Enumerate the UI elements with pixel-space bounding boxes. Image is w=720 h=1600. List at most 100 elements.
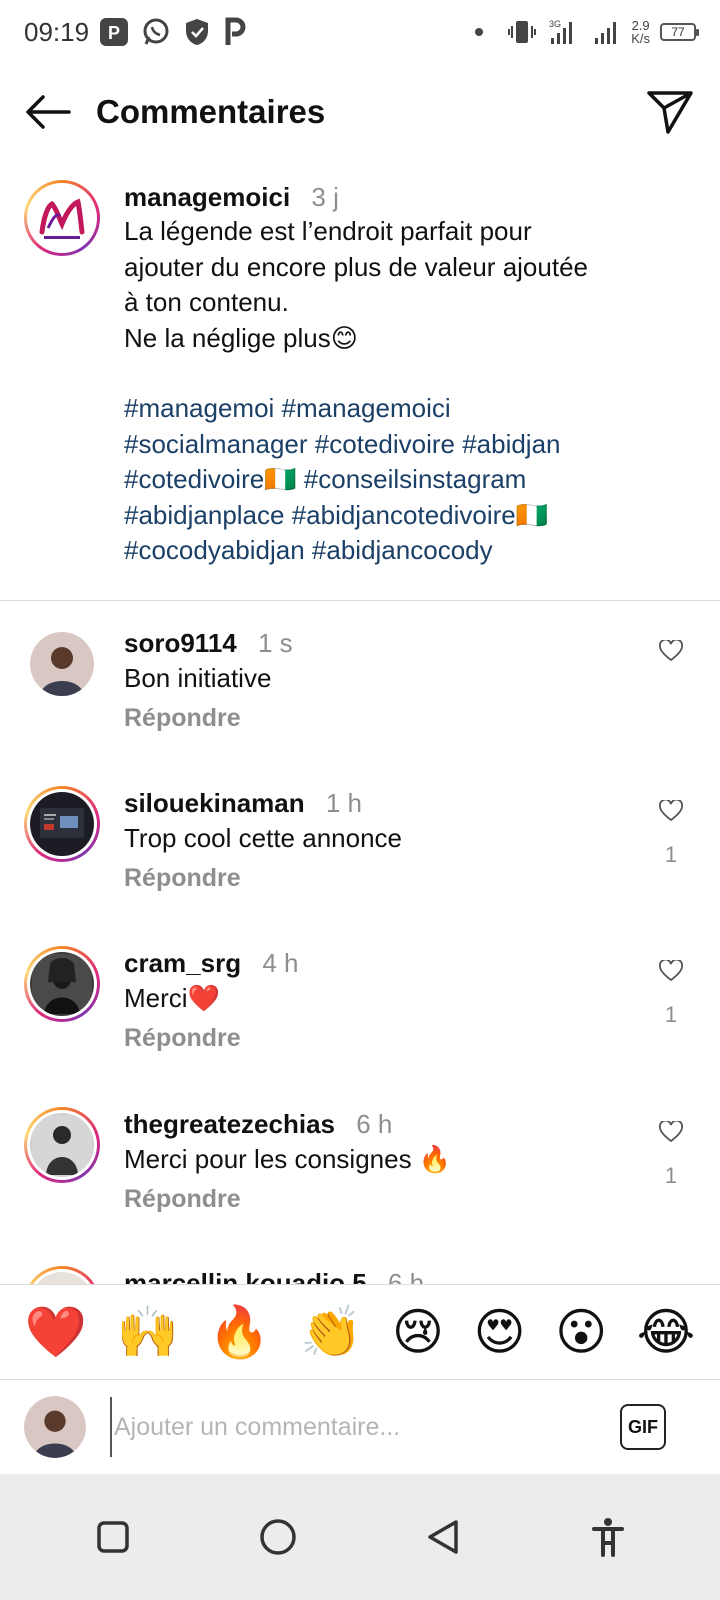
like-button[interactable]: 1 (646, 1107, 696, 1214)
svg-text:P: P (108, 23, 120, 43)
like-button[interactable]: 1 (646, 786, 696, 893)
reply-button[interactable]: Répondre (124, 1024, 646, 1053)
avatar[interactable] (24, 786, 100, 862)
comment-text: Bon initiative (124, 663, 272, 693)
managemoici-logo (39, 198, 85, 239)
avatar (24, 1396, 86, 1458)
vibrate-icon (508, 21, 537, 43)
shield-icon (186, 19, 209, 45)
emoji-fire[interactable]: 🔥 (208, 1304, 270, 1360)
hashtag-line[interactable]: #cocodyabidjan #abidjancocody (124, 533, 684, 569)
notification-dot (475, 28, 484, 36)
status-app-icons: P (99, 17, 247, 47)
heart-icon (659, 1121, 683, 1143)
comment-item: silouekinaman 1 h Trop cool cette annonc… (24, 786, 696, 893)
network-speed: 2.9 K/s (631, 19, 650, 45)
gif-button[interactable]: GIF (620, 1404, 666, 1450)
status-bar: 09:19 P 3G 2.9 K/s 77 (0, 0, 720, 64)
like-count: 1 (664, 1163, 678, 1188)
emoji-heart[interactable]: ❤️ (25, 1304, 87, 1360)
emoji-tears-of-joy[interactable]: 😂 (637, 1304, 695, 1360)
accessibility-icon (591, 1518, 624, 1557)
like-button[interactable] (646, 626, 696, 733)
caption-line: à ton contenu. (124, 287, 289, 317)
avatar[interactable] (24, 626, 100, 702)
square-icon (96, 1521, 129, 1553)
comment-item: cram_srg 4 h Merci❤️ Répondre 1 (24, 946, 696, 1053)
comment-time: 1 s (257, 628, 293, 658)
like-count: 1 (664, 842, 678, 867)
avatar[interactable] (24, 1107, 100, 1183)
caption-text: La légende est l’endroit parfait pour aj… (124, 214, 684, 356)
caption-time: 3 j (311, 182, 339, 212)
divider (0, 600, 720, 601)
network-type: 3G (549, 19, 561, 29)
heart-icon (659, 960, 683, 982)
comment-text: Merci pour les consignes 🔥 (124, 1144, 452, 1174)
comment-text: Trop cool cette annonce (124, 823, 402, 853)
whatsapp-icon (143, 18, 169, 45)
reply-button[interactable]: Répondre (124, 1185, 646, 1214)
reply-button[interactable]: Répondre (124, 704, 646, 733)
circle-icon (259, 1519, 296, 1555)
header: Commentaires (0, 70, 720, 154)
hashtag-line[interactable]: #socialmanager #cotedivoire #abidjan (124, 427, 684, 463)
caption-line: Ne la néglige plus😊 (124, 322, 358, 353)
emoji-clapping-hands[interactable]: 👏 (300, 1304, 362, 1360)
comment-text: Merci❤️ (124, 983, 220, 1013)
post-caption: managemoici 3 j La légende est l’endroit… (24, 180, 684, 569)
signal-icon: 3G (549, 19, 573, 44)
comment-username[interactable]: soro9114 (124, 628, 237, 658)
comment-item: thegreatezechias 6 h Merci pour les cons… (24, 1107, 696, 1214)
p-icon (225, 17, 246, 45)
comment-time: 1 h (325, 788, 363, 818)
arrow-left-icon (26, 95, 71, 129)
network-speed-unit: K/s (631, 31, 650, 46)
emoji-heart-eyes[interactable]: 😍 (474, 1304, 526, 1360)
reply-button[interactable]: Répondre (124, 864, 646, 893)
comment-time: 6 h (356, 1109, 393, 1139)
status-time: 09:19 (24, 16, 90, 47)
emoji-reaction-bar: ❤️ 🙌 🔥 👏 😢 😍 😮 😂 (0, 1284, 720, 1380)
profile-photo (40, 808, 84, 838)
heart-icon (659, 640, 683, 662)
caption-line: La légende est l’endroit parfait pour (124, 216, 532, 246)
p-app-icon: P (100, 18, 129, 46)
home-button[interactable] (248, 1507, 308, 1567)
signal-icon (595, 22, 617, 44)
recent-apps-button[interactable] (83, 1507, 143, 1567)
emoji-crying-face[interactable]: 😢 (392, 1304, 444, 1360)
battery-level: 77 (671, 25, 685, 39)
caption-username[interactable]: managemoici (124, 182, 290, 212)
share-button[interactable] (644, 86, 696, 138)
accessibility-button[interactable] (578, 1507, 638, 1567)
like-count: 1 (664, 1002, 678, 1027)
hashtag-line[interactable]: #managemoi #managemoici (124, 391, 684, 427)
comment-input[interactable] (110, 1397, 604, 1457)
profile-photo (32, 954, 92, 1014)
avatar[interactable] (24, 946, 100, 1022)
battery-icon: 77 (660, 23, 699, 41)
profile-photo (30, 632, 94, 696)
emoji-raising-hands[interactable]: 🙌 (117, 1304, 179, 1360)
avatar[interactable] (24, 180, 100, 256)
comment-composer: GIF (0, 1381, 720, 1473)
comment-time: 4 h (262, 948, 299, 978)
profile-photo (24, 1396, 86, 1458)
caption-line: ajouter du encore plus de valeur ajoutée (124, 251, 588, 282)
like-button[interactable]: 1 (646, 946, 696, 1053)
comment-username[interactable]: cram_srg (124, 948, 241, 978)
page-title: Commentaires (96, 93, 326, 130)
heart-icon (659, 800, 683, 822)
back-nav-button[interactable] (413, 1507, 473, 1567)
comment-username[interactable]: thegreatezechias (124, 1109, 335, 1139)
emoji-surprised-face[interactable]: 😮 (555, 1304, 607, 1360)
comment-username[interactable]: silouekinaman (124, 788, 305, 818)
send-icon (647, 91, 693, 134)
hashtag-line[interactable]: #cotedivoire🇨🇮 #conseilsinstagram (124, 462, 684, 498)
status-system-icons: 3G 2.9 K/s 77 (475, 18, 699, 46)
comment-item: soro9114 1 s Bon initiative Répondre (24, 626, 696, 733)
caption-hashtags[interactable]: #managemoi #managemoici #socialmanager #… (124, 391, 684, 569)
back-button[interactable] (24, 88, 72, 136)
hashtag-line[interactable]: #abidjanplace #abidjancotedivoire🇨🇮 (124, 498, 684, 534)
